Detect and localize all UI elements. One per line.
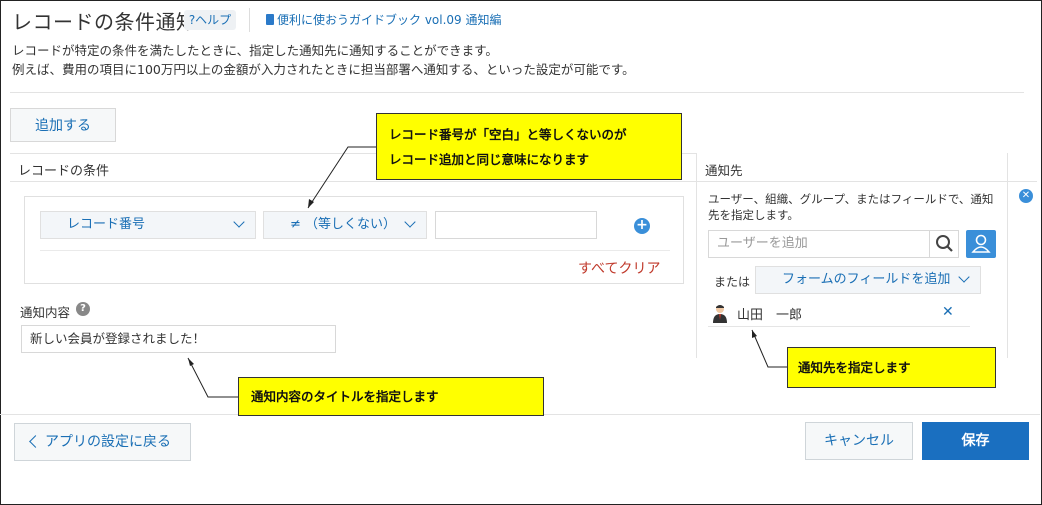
content-callout: 通知内容のタイトルを指定します: [238, 377, 544, 416]
callout-lines: [187, 146, 787, 398]
recipient-callout: 通知先を指定します: [787, 347, 996, 388]
condition-callout-line-1: レコード番号が「空白」と等しくないのが: [389, 127, 627, 142]
condition-callout-line-2: レコード追加と同じ意味になります: [389, 152, 590, 167]
condition-callout: レコード番号が「空白」と等しくないのが レコード追加と同じ意味になります: [376, 113, 682, 180]
